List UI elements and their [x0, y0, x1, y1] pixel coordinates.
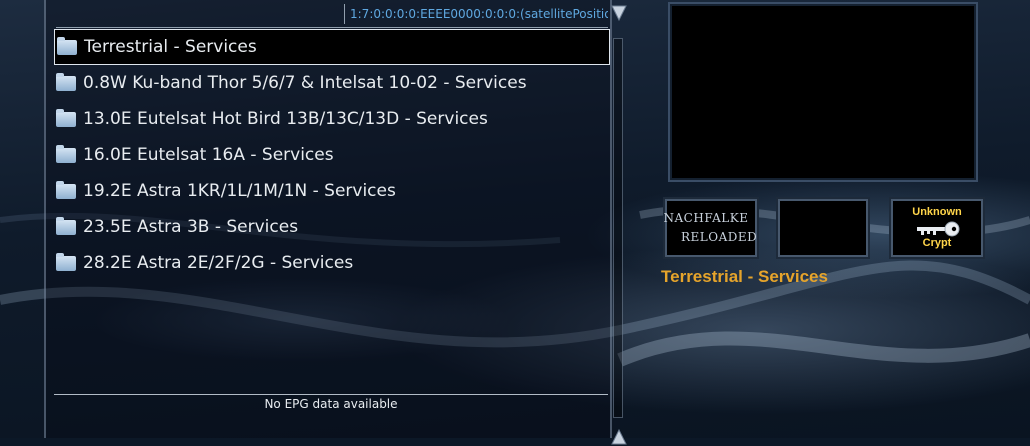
video-preview	[668, 2, 978, 182]
service-item-astra28[interactable]: 28.2E Astra 2E/2F/2G - Services	[54, 245, 610, 281]
epg-status: No EPG data available	[264, 397, 398, 411]
service-item-hotbird[interactable]: 13.0E Eutelsat Hot Bird 13B/13C/13D - Se…	[54, 101, 610, 137]
folder-icon	[56, 180, 76, 199]
service-item-label: 19.2E Astra 1KR/1L/1M/1N - Services	[83, 181, 396, 201]
list-scrollbar[interactable]	[611, 5, 627, 445]
service-item-terrestrial[interactable]: Terrestrial - Services	[54, 29, 610, 65]
service-list[interactable]: Terrestrial - Services 0.8W Ku-band Thor…	[54, 29, 610, 281]
epg-divider	[54, 394, 608, 395]
service-item-label: 23.5E Astra 3B - Services	[83, 217, 299, 237]
crypt-label-top: Unknown	[912, 206, 962, 218]
provider-logo-line1: NACHFALKE	[663, 211, 749, 225]
folder-icon	[56, 216, 76, 235]
folder-icon	[56, 72, 76, 91]
channel-name: Terrestrial - Services	[661, 267, 828, 286]
scroll-arrow-up-icon[interactable]	[611, 428, 627, 446]
scroll-arrow-down-icon[interactable]	[611, 4, 627, 22]
service-item-label: Terrestrial - Services	[84, 37, 257, 57]
service-item-label: 28.2E Astra 2E/2F/2G - Services	[83, 253, 354, 273]
service-item-astra19[interactable]: 19.2E Astra 1KR/1L/1M/1N - Services	[54, 173, 610, 209]
folder-icon	[57, 36, 77, 55]
provider-logo-line2: RELOADED	[681, 230, 758, 244]
crypt-label-bottom: Crypt	[922, 237, 952, 249]
service-item-eutelsat16a[interactable]: 16.0E Eutelsat 16A - Services	[54, 137, 610, 173]
folder-icon	[56, 108, 76, 127]
folder-icon	[56, 144, 76, 163]
picon-box	[778, 199, 868, 257]
folder-icon	[56, 252, 76, 271]
scroll-track[interactable]	[613, 38, 623, 418]
service-item-thor[interactable]: 0.8W Ku-band Thor 5/6/7 & Intelsat 10-02…	[54, 65, 610, 101]
service-item-label: 0.8W Ku-band Thor 5/6/7 & Intelsat 10-02…	[83, 73, 527, 93]
crypt-indicator: Unknown Crypt	[891, 199, 983, 257]
provider-logo: NACHFALKE RELOADED	[664, 199, 758, 257]
service-item-astra3b[interactable]: 23.5E Astra 3B - Services	[54, 209, 610, 245]
service-reference: 1:7:0:0:0:0:EEEE0000:0:0:0:(satellitePos…	[344, 4, 608, 24]
service-item-label: 13.0E Eutelsat Hot Bird 13B/13C/13D - Se…	[83, 109, 488, 129]
service-list-panel: 1:7:0:0:0:0:EEEE0000:0:0:0:(satellitePos…	[44, 0, 612, 438]
key-icon	[917, 221, 960, 237]
header-divider	[56, 27, 608, 28]
service-item-label: 16.0E Eutelsat 16A - Services	[83, 145, 334, 165]
